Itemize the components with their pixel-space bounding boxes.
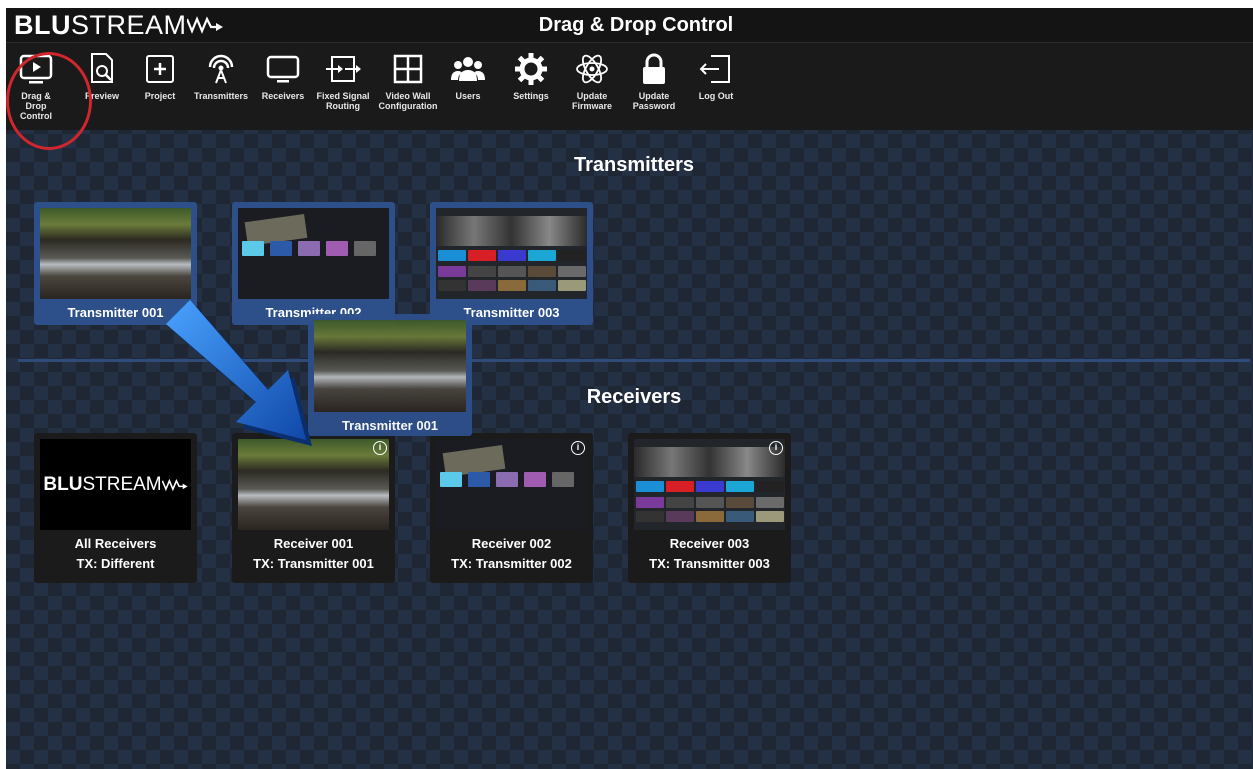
tool-fixed-signal-routing[interactable]: Fixed Signal Routing [316, 51, 370, 111]
thumbnail-row [636, 497, 784, 508]
gear-icon [515, 53, 547, 85]
thumbnail-row [438, 250, 586, 261]
receiver-thumbnail [634, 439, 785, 530]
tool-label: Transmitters [193, 91, 249, 101]
transmitter-card-003[interactable]: Transmitter 003 [430, 202, 593, 325]
tool-video-wall-configuration[interactable]: Video Wall Configuration [376, 51, 440, 111]
tool-preview[interactable]: Preview [82, 51, 122, 101]
tool-label: Users [455, 91, 481, 101]
transmitter-thumbnail [40, 208, 191, 299]
tool-label: Preview [84, 91, 120, 101]
receiver-card-all[interactable]: BLU STREAM All Receivers TX: Different [34, 433, 197, 583]
tool-receivers[interactable]: Receivers [260, 51, 306, 101]
transmitter-thumbnail [238, 208, 389, 299]
tool-log-out[interactable]: Log Out [696, 51, 736, 101]
transmitter-card-002[interactable]: Transmitter 002 [232, 202, 395, 325]
tool-label: Log Out [698, 91, 734, 101]
transmitter-name: Transmitter 001 [67, 305, 164, 320]
transmitter-card-001[interactable]: Transmitter 001 [34, 202, 197, 325]
tool-label: Project [144, 91, 176, 101]
tool-project[interactable]: Project [140, 51, 180, 101]
thumbnail-tile [524, 472, 546, 487]
blustream-logo: BLU STREAM [14, 11, 223, 39]
receiver-name: Receiver 003 [669, 536, 750, 551]
receiver-card-002[interactable]: i Receiver 002 TX: Transmitter 002 [430, 433, 593, 583]
info-icon[interactable]: i [769, 441, 783, 455]
tool-label: Update Firmware [571, 91, 613, 111]
tool-label: Fixed Signal Routing [316, 91, 370, 111]
logo-wave-arrow-icon [186, 16, 223, 34]
blustream-thumbnail: BLU STREAM [40, 439, 191, 530]
tool-drag-drop-control[interactable]: Drag & Drop Control [12, 51, 60, 121]
dragged-transmitter-name: Transmitter 001 [341, 418, 439, 433]
thumbnail-row [636, 481, 784, 492]
tool-update-password[interactable]: Update Password [632, 51, 676, 111]
logo-bold-text: BLU [43, 473, 83, 495]
tool-transmitters[interactable]: Transmitters [192, 51, 250, 101]
document-search-icon [91, 53, 113, 83]
page-title: Drag & Drop Control [538, 14, 734, 36]
thumbnail-row [438, 280, 586, 291]
receiver-name: All Receivers [74, 536, 157, 551]
transmitters-heading: Transmitters [573, 154, 695, 176]
logo-wave-arrow-icon [161, 478, 188, 491]
dragged-transmitter-card[interactable]: Transmitter 001 [308, 314, 472, 436]
thumbnail-row [438, 266, 586, 277]
tool-label: Drag & Drop Control [20, 91, 52, 121]
top-bar: BLU STREAM Drag & Drop Control [6, 8, 1253, 42]
info-icon[interactable]: i [373, 441, 387, 455]
tool-label: Update Password [632, 91, 676, 111]
tool-label: Settings [513, 91, 549, 101]
receiver-name: Receiver 001 [273, 536, 354, 551]
monitor-icon [266, 55, 300, 83]
thumbnail-hero [436, 216, 587, 246]
dragged-thumbnail [314, 320, 466, 412]
receiver-card-001[interactable]: i Receiver 001 TX: Transmitter 001 [232, 433, 395, 583]
thumbnail-tile [270, 241, 292, 256]
thumbnail-tile [440, 472, 462, 487]
thumbnail-row [636, 511, 784, 522]
routing-icon [326, 56, 361, 82]
receivers-heading: Receivers [586, 386, 682, 408]
thumbnail-tile [496, 472, 518, 487]
tool-label: Video Wall Configuration [378, 91, 438, 111]
receiver-thumbnail [436, 439, 587, 530]
transmitter-thumbnail [436, 208, 587, 299]
logo-rest-text: STREAM [71, 10, 187, 40]
thumbnail-tile [552, 472, 574, 487]
thumbnail-tile [354, 241, 376, 256]
tool-label: Receivers [261, 91, 305, 101]
logo-rest-text: STREAM [82, 473, 162, 495]
info-icon[interactable]: i [571, 441, 585, 455]
tool-users[interactable]: Users [448, 51, 488, 101]
toolbar: Drag & Drop Control Preview Project Tran… [6, 42, 1253, 130]
tool-update-firmware[interactable]: Update Firmware [571, 51, 613, 111]
receiver-thumbnail [238, 439, 389, 530]
users-icon [451, 57, 485, 81]
logout-icon [699, 55, 730, 83]
play-screen-icon [19, 54, 53, 84]
thumbnail-tile [298, 241, 320, 256]
receiver-tx-source: TX: Transmitter 003 [649, 556, 770, 571]
receiver-tx-source: TX: Transmitter 001 [253, 556, 374, 571]
receiver-name: Receiver 002 [471, 536, 552, 551]
atom-icon [576, 54, 608, 84]
logo-bold-text: BLU [14, 10, 71, 40]
receiver-card-003[interactable]: i Receiver 003 TX: Transmitter 003 [628, 433, 791, 583]
thumbnail-hero [634, 447, 785, 477]
app-window: BLU STREAM Drag & Drop Control Drag & Dro… [6, 8, 1253, 769]
grid-icon [393, 54, 423, 84]
tool-settings[interactable]: Settings [511, 51, 551, 101]
thumbnail-tile [468, 472, 490, 487]
plus-box-icon [146, 55, 174, 83]
thumbnail-tile [326, 241, 348, 256]
thumbnail-tile [242, 241, 264, 256]
lock-icon [643, 53, 665, 84]
receiver-tx-source: TX: Different [76, 556, 155, 571]
section-divider [18, 359, 1250, 362]
receiver-tx-source: TX: Transmitter 002 [451, 556, 572, 571]
antenna-icon [208, 54, 234, 84]
